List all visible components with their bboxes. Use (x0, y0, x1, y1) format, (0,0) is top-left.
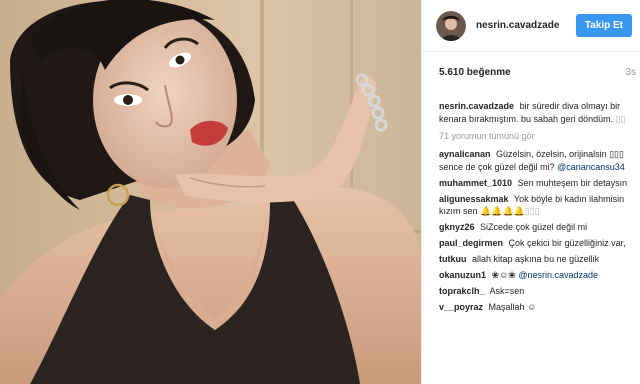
comment-item: okanuzun1 ❀☺❀ @nesrin.cavadzade (439, 269, 628, 282)
follow-button[interactable]: Takip Et (575, 14, 632, 37)
comment-mention[interactable]: @nesrin.cavadzade (518, 270, 598, 280)
view-all-comments-link[interactable]: 71 yorumun tümünü gör (439, 131, 628, 141)
instagram-post: nesrin.cavadzade Takip Et 5.610 beğenme … (0, 0, 640, 384)
comment-text: Sen muhteşem bir detaysın (517, 177, 628, 188)
comment-username[interactable]: tutkuu (439, 254, 467, 264)
comment-username[interactable]: gknyz26 (439, 222, 475, 232)
likes-count[interactable]: 5.610 beğenme (439, 67, 511, 78)
comment-username[interactable]: aligunessakmak (439, 194, 509, 204)
profile-avatar[interactable] (436, 10, 466, 41)
caption-username[interactable]: nesrin.cavadzade (439, 101, 514, 111)
comment-username[interactable]: muhammet_1010 (439, 178, 512, 188)
photo-illustration (0, 0, 421, 384)
comment-item: muhammet_1010 Sen muhteşem bir detaysın (439, 177, 628, 190)
comment-item: tutkuu allah kitap aşkına bu ne güzellik (439, 253, 628, 266)
comment-mention[interactable]: @canancansu34 (557, 162, 625, 172)
comment-text: ❀☺❀ (491, 270, 516, 280)
post-username-link[interactable]: nesrin.cavadzade (476, 20, 576, 31)
comment-item: aligunessakmak Yok böyle bi kadın ilahmi… (439, 193, 628, 218)
likes-row: 5.610 beğenme 3s (422, 52, 640, 92)
caption-emoji: ▯▯ (615, 113, 626, 124)
comment-item: v__poyraz Maşallah ☺ (439, 301, 628, 314)
comment-username[interactable]: v__poyraz (439, 302, 483, 312)
comment-text: Çok çekici bir güzelliğiniz var, (508, 238, 626, 248)
post-header: nesrin.cavadzade Takip Et (422, 0, 640, 52)
post-side-panel: nesrin.cavadzade Takip Et 5.610 beğenme … (421, 0, 640, 384)
comment-username[interactable]: toprakclh_ (439, 286, 485, 296)
comment-username[interactable]: okanuzun1 (439, 270, 486, 280)
comment-username[interactable]: paul_degirmen (439, 238, 503, 248)
caption: nesrin.cavadzade bir süredir diva olmayı… (439, 100, 628, 125)
comment-item: paul_degirmen Çok çekici bir güzelliğini… (439, 237, 628, 250)
comment-text: Maşallah ☺ (488, 302, 537, 312)
comment-text: SiZcede çok güzel değil mi (480, 222, 588, 232)
comments-list: nesrin.cavadzade bir süredir diva olmayı… (422, 92, 640, 314)
post-time[interactable]: 3s (625, 67, 636, 78)
comment-text: Ask=sen (489, 286, 525, 296)
comment-item: toprakclh_ Ask=sen (439, 285, 628, 298)
comment-emoji: 🔔🔔🔔🔔▯▯▯ (480, 206, 540, 216)
avatar-image (436, 10, 466, 41)
comment-text: allah kitap aşkına bu ne güzellik (472, 254, 600, 264)
post-photo[interactable] (0, 0, 421, 384)
comment-username[interactable]: aynalicanan (439, 149, 491, 159)
comment-item: aynalicanan Güzelsin, özelsin, orijinals… (439, 148, 628, 173)
comment-item: gknyz26 SiZcede çok güzel değil mi (439, 221, 628, 234)
